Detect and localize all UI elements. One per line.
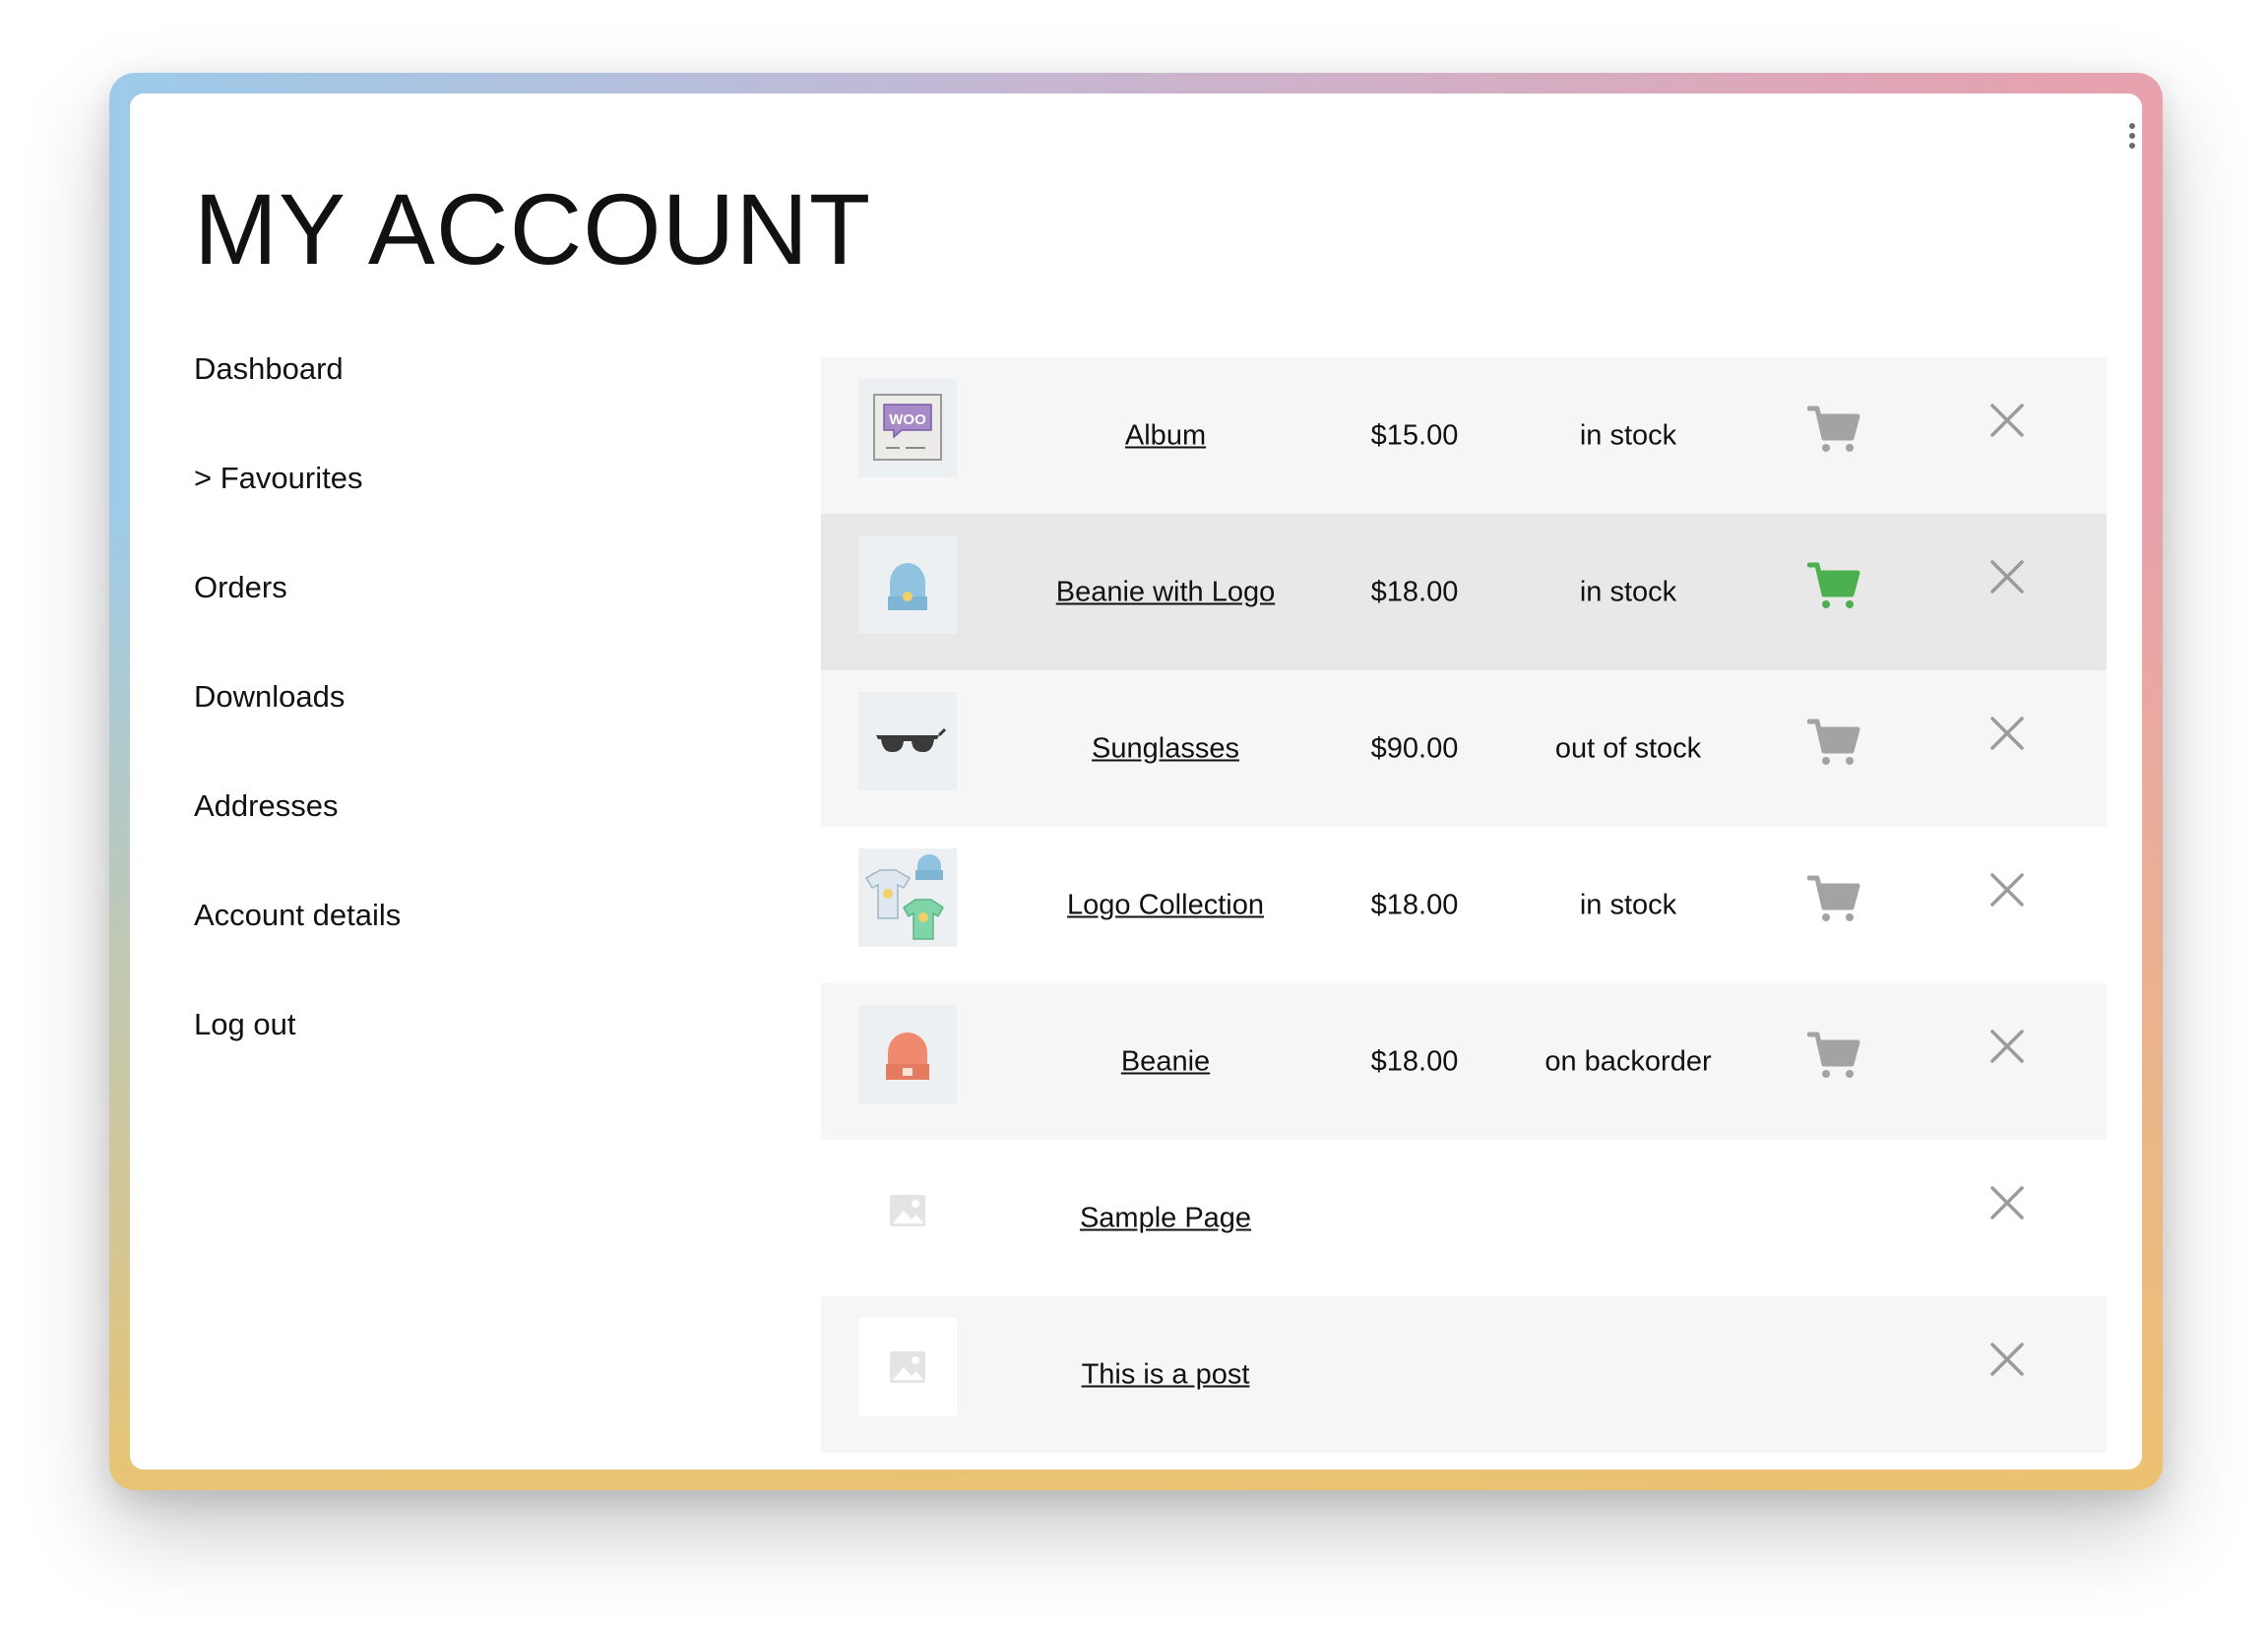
page-thumbnail[interactable] <box>858 1161 957 1260</box>
remove-favourite-button[interactable] <box>1990 873 2024 907</box>
product-price: $90.00 <box>1370 732 1459 764</box>
product-price: $18.00 <box>1370 1045 1459 1077</box>
stock-status: in stock <box>1579 576 1677 607</box>
product-thumbnail[interactable] <box>858 692 957 790</box>
window-grip-handle[interactable] <box>2128 123 2136 149</box>
window-frame: MY ACCOUNT Dashboard > Favourites Orders… <box>109 73 2163 1490</box>
album-woo-icon: WOO <box>873 394 942 461</box>
remove-favourite-button[interactable] <box>1990 1186 2024 1220</box>
product-link[interactable]: Sunglasses <box>1092 732 1239 765</box>
product-thumbnail[interactable]: WOO <box>858 379 957 477</box>
cart-icon <box>1807 406 1860 452</box>
cart-icon <box>1807 719 1860 765</box>
nav-item-addresses[interactable]: Addresses <box>194 788 745 898</box>
product-thumbnail[interactable] <box>858 848 957 947</box>
stock-status: in stock <box>1579 419 1677 451</box>
close-icon <box>1990 1343 2024 1376</box>
table-row: Sample Page <box>821 1140 2107 1296</box>
product-link[interactable]: Logo Collection <box>1067 889 1264 921</box>
nav-item-log-out[interactable]: Log out <box>194 1007 745 1116</box>
product-link[interactable]: Album <box>1125 419 1206 452</box>
nav-item-favourites[interactable]: > Favourites <box>194 461 745 570</box>
close-icon <box>1990 404 2024 437</box>
cart-icon <box>1807 1032 1860 1078</box>
close-icon <box>1990 873 2024 907</box>
add-to-cart-button[interactable] <box>1807 874 1860 923</box>
remove-favourite-button[interactable] <box>1990 1343 2024 1376</box>
table-row: Logo Collection $18.00 in stock <box>821 827 2107 983</box>
stock-status: in stock <box>1579 889 1677 920</box>
add-to-cart-button[interactable] <box>1807 405 1860 454</box>
stock-status: out of stock <box>1554 732 1702 764</box>
blue-beanie-icon <box>888 563 927 610</box>
add-to-cart-button[interactable] <box>1807 561 1860 610</box>
close-icon <box>1990 717 2024 750</box>
nav-item-orders[interactable]: Orders <box>194 570 745 679</box>
nav-item-account-details[interactable]: Account details <box>194 898 745 1007</box>
sunglasses-icon <box>876 727 947 753</box>
favourites-table: WOO Album $15.00 in stock Beanie with Lo… <box>821 357 2107 1453</box>
remove-favourite-button[interactable] <box>1990 560 2024 594</box>
close-icon <box>1990 560 2024 594</box>
cart-icon <box>1807 562 1860 608</box>
table-row: This is a post <box>821 1296 2107 1453</box>
post-thumbnail[interactable] <box>858 1318 957 1416</box>
table-row: WOO Album $15.00 in stock <box>821 357 2107 514</box>
table-row: Beanie $18.00 on backorder <box>821 983 2107 1140</box>
table-row: Sunglasses $90.00 out of stock <box>821 670 2107 827</box>
product-price: $15.00 <box>1370 419 1459 451</box>
product-link[interactable]: Beanie with Logo <box>1056 576 1276 608</box>
table-row: Beanie with Logo $18.00 in stock <box>821 514 2107 670</box>
remove-favourite-button[interactable] <box>1990 404 2024 437</box>
add-to-cart-button[interactable] <box>1807 718 1860 767</box>
close-icon <box>1990 1030 2024 1063</box>
post-link[interactable]: This is a post <box>1082 1358 1250 1391</box>
logo-collection-icon <box>864 854 944 940</box>
remove-favourite-button[interactable] <box>1990 1030 2024 1063</box>
remove-favourite-button[interactable] <box>1990 717 2024 750</box>
product-thumbnail[interactable] <box>858 535 957 634</box>
cart-icon <box>1807 875 1860 921</box>
account-navigation: Dashboard > Favourites Orders Downloads … <box>194 351 745 1116</box>
nav-item-downloads[interactable]: Downloads <box>194 679 745 788</box>
page-title: MY ACCOUNT <box>194 173 872 285</box>
nav-item-dashboard[interactable]: Dashboard <box>194 351 745 461</box>
orange-beanie-icon <box>886 1033 929 1080</box>
image-placeholder-icon <box>890 1351 925 1383</box>
svg-text:WOO: WOO <box>889 411 926 428</box>
page-link[interactable]: Sample Page <box>1080 1202 1251 1234</box>
product-thumbnail[interactable] <box>858 1005 957 1103</box>
product-link[interactable]: Beanie <box>1121 1045 1210 1078</box>
image-placeholder-icon <box>890 1195 925 1226</box>
close-icon <box>1990 1186 2024 1220</box>
product-price: $18.00 <box>1370 889 1459 920</box>
add-to-cart-button[interactable] <box>1807 1031 1860 1080</box>
browser-viewport: MY ACCOUNT Dashboard > Favourites Orders… <box>130 94 2142 1470</box>
product-price: $18.00 <box>1370 576 1459 607</box>
stock-status: on backorder <box>1544 1045 1712 1077</box>
